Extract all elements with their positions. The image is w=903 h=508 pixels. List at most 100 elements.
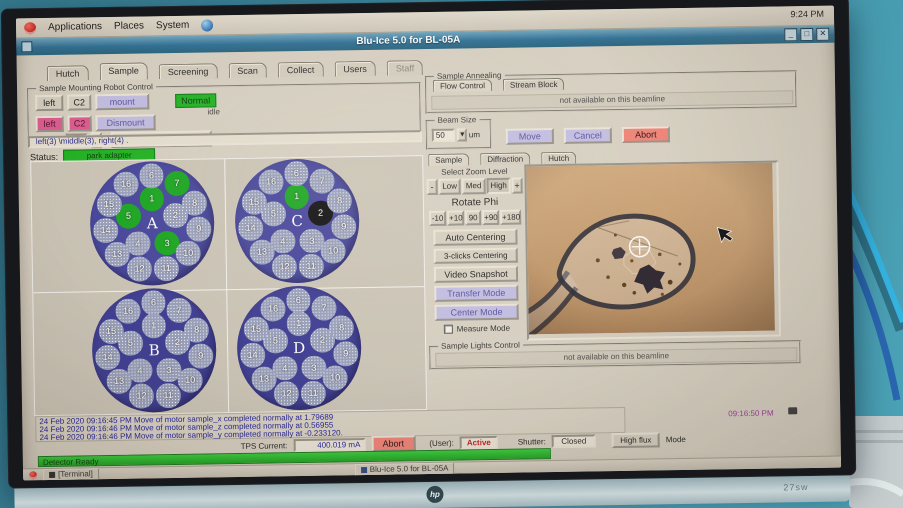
- beam-abort-button[interactable]: Abort: [622, 126, 670, 143]
- puck-port-A14[interactable]: 14: [93, 218, 118, 243]
- puck-port-A11[interactable]: 11: [154, 256, 179, 281]
- puck-port-D11[interactable]: 11: [301, 380, 326, 405]
- video-snapshot-button[interactable]: Video Snapshot: [434, 266, 518, 283]
- zoom-low-button[interactable]: Low: [439, 178, 461, 194]
- tab-view-sample[interactable]: Sample: [428, 153, 469, 166]
- puck-port-C14[interactable]: 14: [238, 216, 263, 241]
- desktop-clock: 9:24 PM: [790, 9, 824, 20]
- phi-plus90-button[interactable]: +90: [482, 210, 499, 225]
- tab-stream-block[interactable]: Stream Block: [503, 78, 565, 91]
- main-tabs: Hutch Sample Screening Scan Collect User…: [47, 58, 424, 81]
- tab-scan[interactable]: Scan: [228, 63, 267, 79]
- shutter-value[interactable]: Closed: [552, 434, 596, 448]
- mount-cassette-button[interactable]: left: [35, 95, 63, 111]
- terminal-icon: [49, 471, 55, 477]
- tab-sample[interactable]: Sample: [99, 62, 148, 80]
- zoom-plus-button[interactable]: +: [512, 178, 523, 194]
- redhat-menu-icon[interactable]: [24, 22, 36, 34]
- puck-port-B16[interactable]: 16: [115, 298, 140, 323]
- tab-view-diffraction[interactable]: Diffraction: [480, 152, 530, 165]
- log-timestamp: 09:16:50 PM: [728, 409, 774, 419]
- tab-collect[interactable]: Collect: [278, 62, 324, 78]
- puck-port-A16[interactable]: 16: [113, 171, 138, 196]
- puck-port-D7[interactable]: 7: [311, 295, 336, 320]
- tps-current-label: TPS Current:: [241, 441, 288, 451]
- taskbar-terminal[interactable]: [Terminal]: [43, 468, 99, 481]
- tab-flow-control[interactable]: Flow Control: [433, 79, 492, 92]
- puck-port-A15[interactable]: 15: [96, 192, 121, 217]
- puck-port-B14[interactable]: 14: [95, 345, 120, 370]
- mount-port-button[interactable]: C2: [67, 94, 91, 110]
- mount-button[interactable]: mount: [95, 93, 149, 110]
- high-flux-button[interactable]: High flux: [612, 432, 660, 448]
- browser-launcher-icon[interactable]: [201, 19, 213, 31]
- phi-minus10-button[interactable]: -10: [429, 211, 446, 226]
- zoom-high-button[interactable]: High: [487, 178, 511, 194]
- puck-port-C11[interactable]: 11: [299, 253, 324, 278]
- beam-size-dropdown-icon[interactable]: ▼: [457, 128, 467, 141]
- lights-group: Sample Lights Control not available on t…: [429, 340, 801, 370]
- sample-video[interactable]: [524, 160, 781, 340]
- puck-A: A 12345678910111213141516: [89, 160, 215, 286]
- snapshot-icon[interactable]: [788, 407, 797, 414]
- phi-plus10-button[interactable]: +10: [447, 210, 464, 225]
- puck-port-D15[interactable]: 15: [243, 317, 268, 342]
- beam-size-value[interactable]: 50: [432, 129, 455, 142]
- puck-port-B1[interactable]: 1: [141, 313, 166, 338]
- transfer-mode-button[interactable]: Transfer Mode: [434, 285, 518, 302]
- puck-port-D14[interactable]: 14: [240, 343, 265, 368]
- dismount-cassette-button[interactable]: left: [35, 116, 63, 132]
- three-clicks-centering-button[interactable]: 3-clicks Centering: [434, 248, 518, 264]
- tab-view-hutch[interactable]: Hutch: [541, 152, 576, 165]
- bluice-icon: [361, 466, 367, 472]
- lights-group-title: Sample Lights Control: [438, 341, 523, 351]
- puck-port-D12[interactable]: 12: [274, 381, 299, 406]
- puck-port-A7[interactable]: 7: [164, 171, 189, 196]
- tab-users[interactable]: Users: [334, 61, 376, 77]
- puck-C: C 12345678910111213141516: [234, 158, 360, 284]
- beam-size-unit: um: [469, 130, 480, 139]
- hp-logo: hp: [426, 486, 443, 503]
- phi-90-button[interactable]: 90: [465, 210, 481, 225]
- zoom-med-button[interactable]: Med: [462, 178, 486, 194]
- puck-port-C15[interactable]: 15: [241, 190, 266, 215]
- puck-port-B11[interactable]: 11: [156, 383, 181, 408]
- menu-places[interactable]: Places: [114, 20, 144, 31]
- taskbar-bluice[interactable]: Blu-Ice 5.0 for BL-05A: [355, 462, 455, 476]
- puck-port-C16[interactable]: 16: [258, 169, 283, 194]
- measure-mode-label: Measure Mode: [457, 324, 510, 334]
- puck-port-D16[interactable]: 16: [260, 296, 285, 321]
- maximize-icon[interactable]: □: [800, 28, 813, 41]
- window-app-icon: [21, 41, 32, 52]
- dismount-port-button[interactable]: C2: [67, 115, 91, 131]
- puck-port-C12[interactable]: 12: [272, 254, 297, 279]
- dismount-button[interactable]: Dismount: [95, 114, 155, 131]
- monitor-model: 27sw: [783, 482, 808, 492]
- tab-hutch[interactable]: Hutch: [47, 65, 89, 81]
- puck-port-C1[interactable]: 1: [284, 184, 309, 209]
- menu-system[interactable]: System: [156, 20, 190, 32]
- taskbar-bluice-label: Blu-Ice 5.0 for BL-05A: [370, 464, 449, 474]
- puck-port-B7[interactable]: 7: [166, 298, 191, 323]
- puck-port-A12[interactable]: 12: [127, 256, 152, 281]
- tab-staff[interactable]: Staff: [387, 60, 424, 76]
- minimize-icon[interactable]: _: [784, 28, 797, 41]
- phi-plus180-button[interactable]: +180: [500, 210, 521, 225]
- puck-port-C7[interactable]: 7: [309, 168, 334, 193]
- auto-centering-button[interactable]: Auto Centering: [433, 229, 517, 246]
- measure-mode-option[interactable]: Measure Mode: [429, 323, 525, 334]
- zoom-minus-button[interactable]: -: [427, 179, 438, 195]
- puck-port-A1[interactable]: 1: [139, 186, 164, 211]
- taskbar-menu-icon[interactable]: [29, 471, 37, 479]
- center-mode-button[interactable]: Center Mode: [434, 304, 518, 321]
- menu-applications[interactable]: Applications: [48, 21, 102, 33]
- beam-cancel-button[interactable]: Cancel: [564, 127, 612, 144]
- measure-mode-checkbox[interactable]: [444, 325, 453, 334]
- beam-move-button[interactable]: Move: [506, 128, 554, 145]
- close-icon[interactable]: ✕: [816, 28, 829, 41]
- puck-port-D1[interactable]: 1: [286, 311, 311, 336]
- puck-port-B12[interactable]: 12: [129, 383, 154, 408]
- tab-screening[interactable]: Screening: [159, 63, 218, 79]
- rotate-phi-label: Rotate Phi: [427, 197, 523, 210]
- puck-port-B15[interactable]: 15: [98, 319, 123, 344]
